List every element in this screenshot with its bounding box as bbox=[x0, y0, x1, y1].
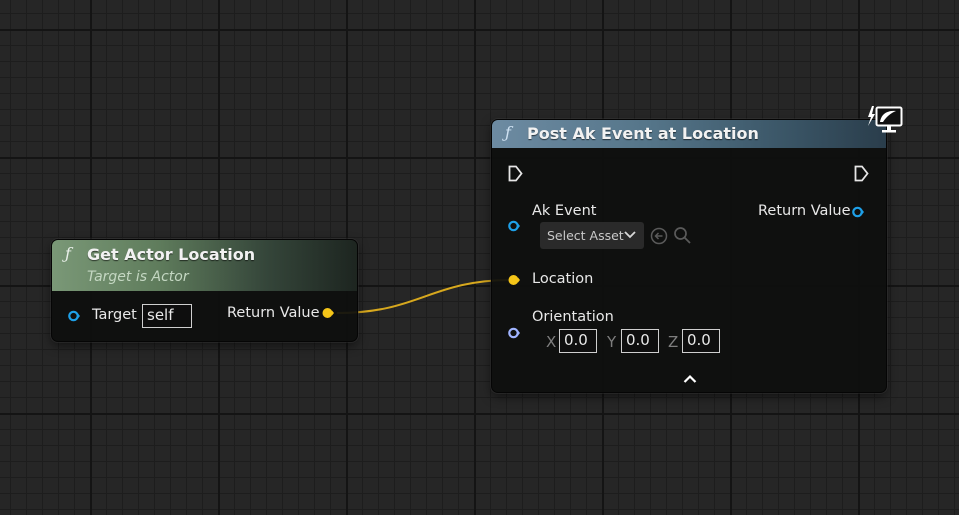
node-title: Get Actor Location bbox=[87, 245, 256, 264]
function-icon: ƒ bbox=[505, 123, 511, 142]
exec-out-pin-icon[interactable] bbox=[854, 165, 869, 182]
node-title: Post Ak Event at Location bbox=[527, 124, 759, 143]
orientation-y-field[interactable]: 0.0 bbox=[621, 329, 659, 353]
node-header[interactable]: ƒ Get Actor Location Target is Actor bbox=[52, 240, 357, 291]
z-axis-label: Z bbox=[668, 333, 679, 351]
orientation-pin-icon[interactable] bbox=[508, 327, 520, 339]
orientation-z-field[interactable]: 0.0 bbox=[682, 329, 720, 353]
exec-in-pin-icon[interactable] bbox=[508, 165, 523, 182]
select-asset-text: Select Asset bbox=[547, 228, 624, 243]
return-value-label: Return Value bbox=[758, 203, 851, 219]
return-value-pin-icon[interactable] bbox=[852, 206, 864, 218]
orientation-x-field[interactable]: 0.0 bbox=[559, 329, 597, 353]
select-asset-dropdown[interactable]: Select Asset bbox=[540, 222, 644, 249]
x-axis-label: X bbox=[546, 333, 557, 351]
target-label: Target bbox=[92, 307, 137, 323]
orientation-label: Orientation bbox=[532, 309, 614, 325]
location-pin-icon[interactable] bbox=[508, 274, 520, 286]
y-axis-label: Y bbox=[607, 333, 617, 351]
target-pin-icon[interactable] bbox=[68, 310, 80, 322]
ak-event-pin-icon[interactable] bbox=[508, 220, 520, 232]
location-label: Location bbox=[532, 271, 594, 287]
node-header[interactable]: ƒ Post Ak Event at Location bbox=[492, 120, 886, 148]
return-value-pin-icon[interactable] bbox=[322, 307, 334, 319]
node-subtitle: Target is Actor bbox=[87, 269, 189, 285]
get-actor-location-node[interactable]: ƒ Get Actor Location Target is Actor Tar… bbox=[51, 239, 358, 342]
client-server-monitor-icon bbox=[868, 106, 903, 133]
collapse-advanced-chevron-up-icon[interactable] bbox=[683, 374, 697, 384]
browse-asset-search-icon[interactable] bbox=[673, 226, 692, 245]
target-field[interactable]: self bbox=[142, 304, 192, 328]
return-value-label: Return Value bbox=[227, 305, 320, 321]
use-selected-asset-icon[interactable] bbox=[650, 227, 668, 245]
post-ak-event-at-location-node[interactable]: ƒ Post Ak Event at Location Ak Event Sel… bbox=[491, 119, 887, 393]
function-icon: ƒ bbox=[65, 244, 71, 263]
chevron-down-icon bbox=[624, 231, 636, 239]
ak-event-label: Ak Event bbox=[532, 203, 597, 219]
